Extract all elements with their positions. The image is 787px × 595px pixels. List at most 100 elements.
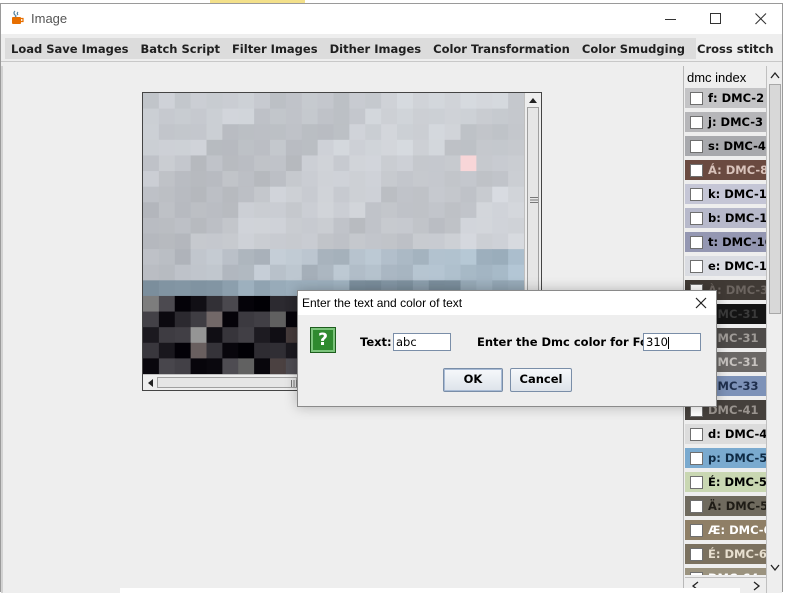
dmc-list-item[interactable]: f: DMC-2 <box>685 88 766 108</box>
menu-batch-script[interactable]: Batch Script <box>134 42 225 56</box>
menu-dither-images[interactable]: Dither Images <box>324 42 428 56</box>
dmc-checkbox[interactable] <box>690 523 703 537</box>
dmc-checkbox[interactable] <box>690 139 703 153</box>
dmc-checkbox[interactable] <box>690 211 703 225</box>
dmc-list-item[interactable]: DMC-64 <box>685 568 766 575</box>
image-pixel <box>254 311 271 328</box>
ok-button[interactable]: OK <box>443 368 503 392</box>
dmc-item-label: p: DMC-51 <box>708 451 766 465</box>
image-pixel <box>397 186 414 203</box>
image-pixel <box>238 108 255 125</box>
image-pixel <box>158 108 176 125</box>
scroll-up-arrow-icon[interactable] <box>770 71 780 79</box>
menu-cross-stitch[interactable]: Cross stitch <box>691 42 780 56</box>
cancel-button[interactable]: Cancel <box>510 368 572 392</box>
menu-color-smudging[interactable]: Color Smudging <box>576 42 691 56</box>
image-pixel <box>158 124 176 141</box>
image-pixel <box>333 124 350 141</box>
dmc-checkbox[interactable] <box>690 451 703 465</box>
dmc-list-item[interactable]: s: DMC-4 <box>685 136 766 156</box>
image-pixel <box>143 139 160 157</box>
dmc-item-label: e: DMC-16 <box>708 259 766 273</box>
dmc-list-item[interactable]: e: DMC-16 <box>685 256 766 276</box>
dmc-vertical-scrollbar[interactable] <box>766 66 782 593</box>
dmc-checkbox[interactable] <box>690 475 703 489</box>
close-icon[interactable] <box>692 295 710 311</box>
image-pixel <box>428 186 446 203</box>
scroll-up-arrow-icon[interactable] <box>528 96 538 104</box>
text-input[interactable]: abc <box>393 333 451 351</box>
close-window-button[interactable] <box>738 4 784 34</box>
dmc-vertical-scroll-thumb[interactable] <box>769 84 781 314</box>
dmc-color-input[interactable]: 310 <box>643 333 701 351</box>
maximize-button[interactable] <box>693 4 739 34</box>
dmc-item-label: f: DMC-2 <box>708 91 765 105</box>
dmc-list-item[interactable]: p: DMC-51 <box>685 448 766 468</box>
scroll-down-arrow-icon[interactable] <box>770 564 780 572</box>
image-pixel <box>285 155 303 172</box>
image-pixel <box>285 139 303 157</box>
dmc-checkbox[interactable] <box>690 499 703 513</box>
dmc-list-item[interactable]: É: DMC-64 <box>685 544 766 564</box>
dmc-list-item[interactable]: Ä: DMC-53 <box>685 496 766 516</box>
image-pixel <box>206 295 223 313</box>
dialog-title-bar[interactable]: Enter the text and color of text <box>298 291 716 315</box>
image-pixel <box>254 358 271 374</box>
image-pixel <box>270 93 287 110</box>
image-pixel <box>381 233 398 250</box>
dmc-checkbox[interactable] <box>690 547 703 561</box>
dmc-checkbox[interactable] <box>690 427 703 441</box>
image-pixel <box>190 155 208 172</box>
title-bar[interactable]: Image <box>1 4 782 34</box>
image-pixel <box>143 311 160 328</box>
dmc-list-item[interactable]: É: DMC-52 <box>685 472 766 492</box>
menu-load-save-images[interactable]: Load Save Images <box>5 42 134 56</box>
dmc-checkbox[interactable] <box>690 91 703 105</box>
image-pixel <box>206 311 223 328</box>
menu-filter-images[interactable]: Filter Images <box>226 42 324 56</box>
dmc-list-item[interactable]: d: DMC-41 <box>685 424 766 444</box>
image-pixel <box>143 233 160 250</box>
dmc-checkbox[interactable] <box>690 259 703 273</box>
dmc-list-item[interactable]: k: DMC-15 <box>685 184 766 204</box>
image-horizontal-scroll-thumb[interactable] <box>157 377 297 388</box>
image-pixel <box>206 202 223 219</box>
image-pixel <box>206 93 223 110</box>
image-pixel <box>222 295 239 313</box>
image-pixel <box>476 171 493 188</box>
image-pixel <box>444 202 462 219</box>
image-pixel <box>492 139 509 157</box>
dmc-checkbox[interactable] <box>690 163 703 177</box>
dmc-checkbox[interactable] <box>690 115 703 129</box>
dmc-list-item[interactable]: t: DMC-160 <box>685 232 766 252</box>
dmc-item-label: s: DMC-4 <box>708 139 766 153</box>
image-pixel <box>349 249 366 266</box>
dmc-checkbox[interactable] <box>690 235 703 249</box>
image-pixel <box>397 264 414 281</box>
scroll-right-arrow-icon[interactable] <box>753 581 761 591</box>
dmc-list-item[interactable]: Æ: DMC-64 <box>685 520 766 540</box>
minimize-button[interactable] <box>648 4 694 34</box>
image-pixel <box>476 249 493 266</box>
image-pixel <box>412 108 430 125</box>
dmc-checkbox[interactable] <box>690 187 703 201</box>
dmc-list-item[interactable]: j: DMC-3 <box>685 112 766 132</box>
image-pixel <box>270 233 287 250</box>
image-pixel <box>381 124 398 141</box>
image-pixel <box>174 93 192 110</box>
dmc-list-item[interactable]: Á: DMC-8 <box>685 160 766 180</box>
image-pixel <box>285 202 303 219</box>
dmc-list-item[interactable]: b: DMC-15 <box>685 208 766 228</box>
image-pixel <box>222 217 239 235</box>
image-pixel <box>365 171 382 188</box>
minimize-icon <box>665 19 676 20</box>
image-pixel <box>238 155 255 172</box>
image-pixel <box>301 202 319 219</box>
dmc-checkbox[interactable] <box>690 571 703 575</box>
image-pixel <box>317 124 335 141</box>
image-vertical-scroll-thumb[interactable] <box>527 107 539 297</box>
scroll-left-arrow-icon[interactable] <box>146 378 154 388</box>
image-pixel <box>349 186 366 203</box>
image-pixel <box>174 217 192 235</box>
menu-color-transformation[interactable]: Color Transformation <box>427 42 576 56</box>
